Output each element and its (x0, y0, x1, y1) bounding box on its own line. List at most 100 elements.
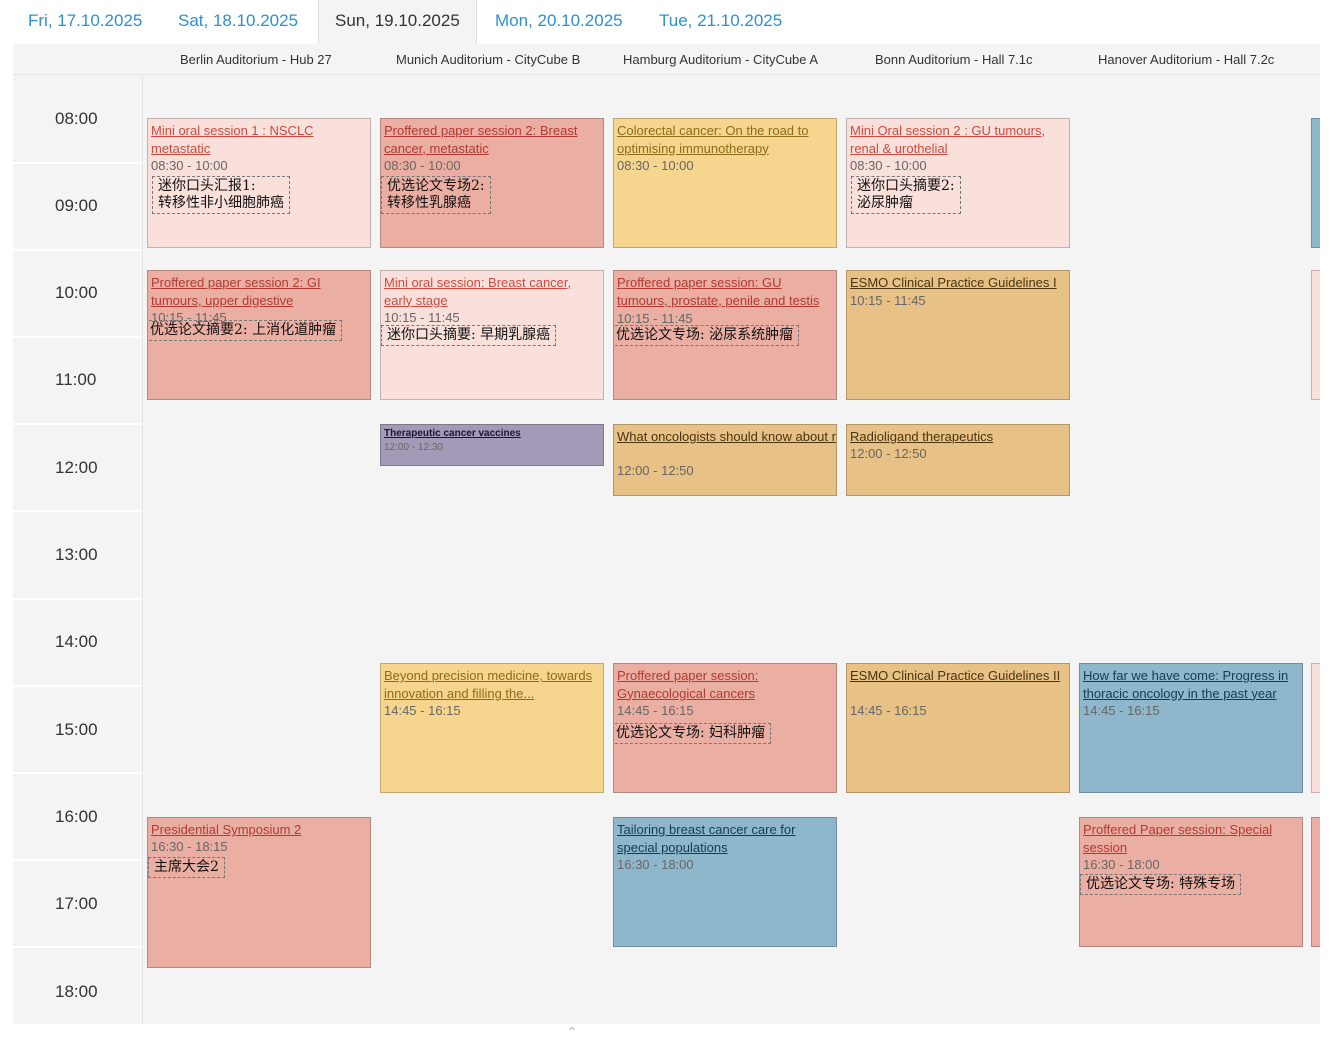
event-card[interactable]: Therapeutic cancer vaccines 12:00 - 12:3… (380, 424, 604, 466)
hour-divider (13, 249, 142, 251)
hour-divider (13, 772, 142, 774)
chevron-up-icon[interactable]: ⌃ (566, 1024, 578, 1041)
event-title[interactable]: Mini oral session: Breast cancer, early … (384, 274, 600, 309)
event-title[interactable]: How far we have come: Progress in thorac… (1083, 667, 1299, 702)
event-title[interactable]: Radioligand therapeutics (850, 428, 1066, 446)
event-card[interactable]: Colorectal cancer: On the road to optimi… (613, 118, 837, 248)
event-translation: 优选论文专场2: 转移性乳腺癌 (381, 176, 491, 214)
time-label: 10:00 (55, 283, 98, 302)
tab-tue[interactable]: Tue, 21.10.2025 (643, 0, 798, 44)
event-card[interactable]: Proffered paper session: GU tumours, pro… (613, 270, 837, 400)
event-card[interactable]: How far we have come: Progress in thorac… (1079, 663, 1303, 793)
event-translation: 优选论文摘要2: 上消化道肿瘤 (148, 320, 343, 341)
time-label: 13:00 (55, 545, 98, 564)
time-label: 18:00 (55, 982, 98, 1001)
event-card[interactable]: Mini Oral session 2 : GU tumours, renal … (846, 118, 1070, 248)
date-tabs: Fri, 17.10.2025 Sat, 18.10.2025 Sun, 19.… (0, 0, 1339, 44)
event-title[interactable]: ESMO Clinical Practice Guidelines II (850, 667, 1066, 685)
room-hanover: Hanover Auditorium - Hall 7.2c (1098, 52, 1275, 67)
time-label: 09:00 (55, 196, 98, 215)
event-time: 14:45 - 16:15 (850, 703, 927, 718)
event-card[interactable]: Proffered paper session 2: GI tumours, u… (147, 270, 371, 400)
event-translation: 优选论文专场: 特殊专场 (1080, 874, 1242, 895)
event-time: 12:00 - 12:50 (850, 446, 927, 461)
room-berlin: Berlin Auditorium - Hub 27 (180, 52, 332, 67)
event-card-clipped[interactable] (1311, 817, 1320, 947)
event-title[interactable]: Proffered paper session: Gynaecological … (617, 667, 833, 702)
hour-divider (13, 336, 142, 338)
time-column: 08:00 09:00 10:00 11:00 12:00 13:00 14:0… (13, 74, 143, 1024)
event-translation: 优选论文专场: 泌尿系统肿瘤 (614, 325, 800, 346)
time-label: 11:00 (55, 370, 97, 389)
event-card[interactable]: Radioligand therapeutics 12:00 - 12:50 (846, 424, 1070, 496)
event-title[interactable]: Colorectal cancer: On the road to optimi… (617, 122, 833, 157)
event-title[interactable]: Tailoring breast cancer care for special… (617, 821, 833, 856)
event-time: 16:30 - 18:15 (151, 839, 228, 854)
hour-divider (13, 685, 142, 687)
calendar-grid: Berlin Auditorium - Hub 27 Munich Audito… (13, 44, 1320, 1024)
event-title[interactable]: Mini oral session 1 : NSCLC metastatic (151, 122, 367, 157)
time-label: 16:00 (55, 807, 98, 826)
event-time: 08:30 - 10:00 (850, 158, 927, 173)
event-translation: 迷你口头摘要: 早期乳腺癌 (381, 325, 557, 346)
hour-divider (13, 510, 142, 512)
event-title[interactable]: Beyond precision medicine, towards innov… (384, 667, 600, 702)
room-hamburg: Hamburg Auditorium - CityCube A (623, 52, 819, 67)
hour-divider (13, 162, 142, 164)
event-card[interactable]: ESMO Clinical Practice Guidelines I 10:1… (846, 270, 1070, 400)
room-munich: Munich Auditorium - CityCube B (396, 52, 581, 67)
time-label: 15:00 (55, 720, 98, 739)
event-title[interactable]: Proffered paper session 2: Breast cancer… (384, 122, 600, 157)
event-time: 12:00 - 12:30 (384, 442, 443, 453)
event-card[interactable]: ESMO Clinical Practice Guidelines II 14:… (846, 663, 1070, 793)
time-label: 08:00 (55, 109, 98, 128)
event-time: 16:30 - 18:00 (1083, 857, 1160, 872)
event-translation: 迷你口头摘要2: 泌尿肿瘤 (851, 176, 961, 214)
hour-divider (13, 946, 142, 948)
event-time: 14:45 - 16:15 (384, 703, 461, 718)
event-card-clipped[interactable] (1311, 118, 1320, 248)
event-time: 16:30 - 18:00 (617, 857, 694, 872)
tab-sun[interactable]: Sun, 19.10.2025 (318, 0, 477, 44)
event-title[interactable]: ESMO Clinical Practice Guidelines I (850, 274, 1066, 292)
event-title[interactable]: Proffered paper session: GU tumours, pro… (617, 274, 833, 309)
tab-mon[interactable]: Mon, 20.10.2025 (479, 0, 639, 44)
event-time: 10:15 - 11:45 (850, 293, 926, 308)
event-card[interactable]: What oncologists should know about molec… (613, 424, 837, 496)
event-title[interactable]: Presidential Symposium 2 (151, 821, 367, 839)
event-card[interactable]: Tailoring breast cancer care for special… (613, 817, 837, 947)
time-label: 17:00 (55, 894, 98, 913)
event-card[interactable]: Proffered paper session 2: Breast cancer… (380, 118, 604, 248)
event-time: 10:15 - 11:45 (384, 310, 460, 325)
tab-sat[interactable]: Sat, 18.10.2025 (162, 0, 314, 44)
event-title[interactable]: Proffered Paper session: Special session (1083, 821, 1299, 856)
event-card[interactable]: Mini oral session: Breast cancer, early … (380, 270, 604, 400)
event-card[interactable]: Presidential Symposium 2 16:30 - 18:15 主… (147, 817, 371, 968)
event-title[interactable]: Proffered paper session 2: GI tumours, u… (151, 274, 367, 309)
event-time: 08:30 - 10:00 (384, 158, 461, 173)
event-card-clipped[interactable] (1311, 270, 1320, 400)
time-label: 14:00 (55, 632, 98, 651)
hour-divider (13, 598, 142, 600)
event-card[interactable]: Proffered paper session: Gynaecological … (613, 663, 837, 793)
hour-divider (13, 423, 142, 425)
event-card-clipped[interactable] (1311, 663, 1320, 793)
event-card[interactable]: Proffered Paper session: Special session… (1079, 817, 1303, 947)
time-label: 12:00 (55, 458, 98, 477)
event-title[interactable]: Therapeutic cancer vaccines (384, 428, 600, 440)
room-header: Berlin Auditorium - Hub 27 Munich Audito… (13, 44, 1320, 75)
event-title[interactable]: Mini Oral session 2 : GU tumours, renal … (850, 122, 1066, 157)
event-time: 14:45 - 16:15 (617, 703, 694, 718)
event-time: 12:00 - 12:50 (617, 463, 694, 478)
event-card[interactable]: Mini oral session 1 : NSCLC metastatic 0… (147, 118, 371, 248)
event-card[interactable]: Beyond precision medicine, towards innov… (380, 663, 604, 793)
tab-fri[interactable]: Fri, 17.10.2025 (12, 0, 158, 44)
event-time: 08:30 - 10:00 (617, 158, 694, 173)
event-translation: 迷你口头汇报1: 转移性非小细胞肺癌 (152, 176, 290, 214)
event-time: 14:45 - 16:15 (1083, 703, 1160, 718)
room-bonn: Bonn Auditorium - Hall 7.1c (875, 52, 1033, 67)
event-time: 10:15 - 11:45 (617, 311, 693, 326)
event-title[interactable]: What oncologists should know about molec… (617, 428, 836, 446)
event-translation: 主席大会2 (148, 857, 225, 878)
event-translation: 优选论文专场: 妇科肿瘤 (614, 723, 772, 744)
